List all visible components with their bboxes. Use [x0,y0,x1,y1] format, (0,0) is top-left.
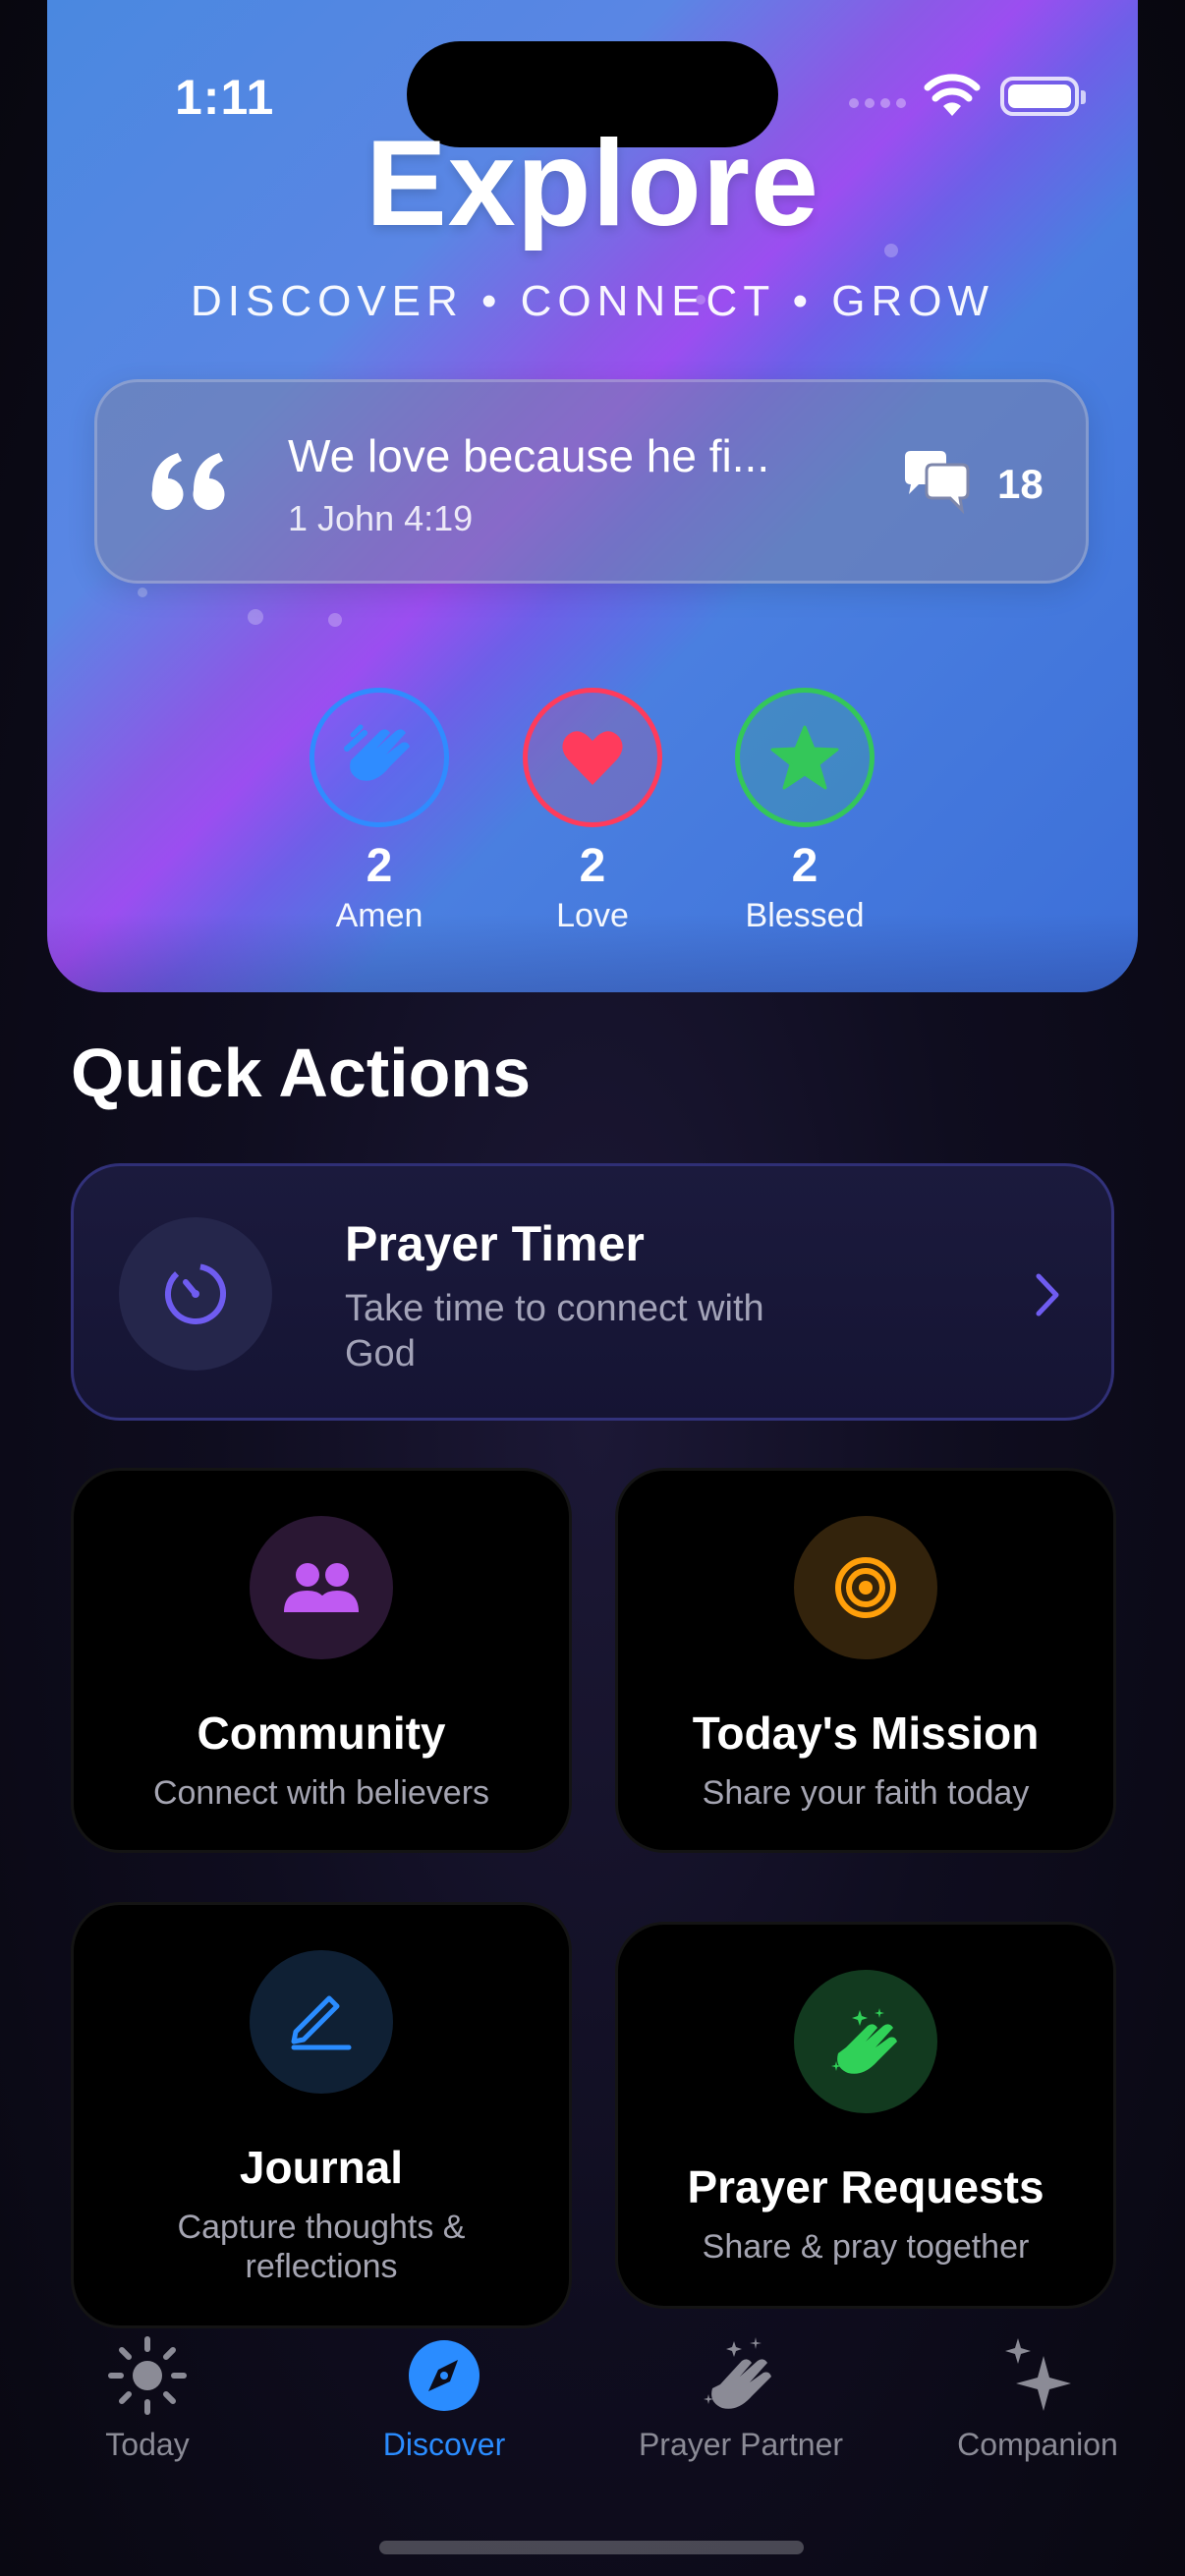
love-count: 2 [579,840,606,892]
verse-reference: 1 John 4:19 [288,498,474,538]
decor-dot [248,609,263,625]
tab-today-label: Today [105,2427,190,2462]
timer-icon-wrap [119,1217,272,1371]
tab-companion-label: Companion [957,2427,1118,2462]
people-icon [284,1563,359,1612]
verse-text: We love because he fi... [288,430,770,481]
tab-discover[interactable]: Discover [297,2328,592,2463]
journal-title: Journal [239,2142,404,2193]
tab-prayer-partner[interactable]: Prayer Partner [593,2328,888,2463]
wifi-icon [924,74,981,116]
tab-prayer-partner-label: Prayer Partner [638,2427,844,2462]
prayer-timer-title: Prayer Timer [345,1216,645,1271]
amen-button[interactable] [310,688,449,827]
tab-companion[interactable]: Companion [890,2328,1185,2463]
home-indicator [379,2541,804,2554]
blessed-button[interactable] [735,688,875,827]
timer-icon [165,1263,226,1324]
amen-label: Amen [335,897,423,934]
prayer-timer-card[interactable]: Prayer Timer Take time to connect with G… [71,1163,1114,1421]
blessed-count: 2 [791,840,818,892]
tab-bar: Today Discover Prayer Partner Companion [0,2328,1185,2486]
compass-icon [409,2340,480,2411]
praying-hands-icon [831,2008,897,2074]
community-icon-wrap [250,1516,393,1659]
decor-dot [328,613,342,627]
sparkles-icon [1005,2338,1071,2411]
community-title: Community [197,1708,446,1759]
blessed-label: Blessed [745,897,865,934]
sun-icon [108,2336,187,2415]
praying-hands-icon [704,2337,771,2409]
comment-count: 18 [997,461,1044,507]
pencil-icon [291,1995,352,2050]
todays-mission-subtitle: Share your faith today [702,1774,1030,1812]
journal-icon-wrap [250,1950,393,2094]
amen-count: 2 [366,840,393,892]
mission-icon-wrap [794,1516,937,1659]
reaction-amen[interactable]: 2 Amen [301,688,458,935]
journal-subtitle: Capture thoughts & reflections [177,2209,466,2285]
prayer-timer-subtitle: Take time to connect with God [345,1288,764,1374]
community-tile[interactable]: Community Connect with believers [71,1468,572,1853]
decor-dot [138,588,147,597]
reaction-blessed[interactable]: 2 Blessed [726,688,883,935]
love-button[interactable] [523,688,662,827]
journal-tile[interactable]: Journal Capture thoughts & reflections [71,1902,572,2328]
community-subtitle: Connect with believers [152,1774,490,1812]
love-label: Love [556,897,629,934]
prayer-requests-icon-wrap [794,1970,937,2113]
comments-icon [905,451,970,514]
reaction-love[interactable]: 2 Love [514,688,671,935]
todays-mission-tile[interactable]: Today's Mission Share your faith today [615,1468,1116,1853]
target-icon [835,1557,896,1618]
cellular-signal-icon [849,98,906,108]
section-title: Quick Actions [71,1035,532,1111]
prayer-requests-tile[interactable]: Prayer Requests Share & pray together [615,1922,1116,2309]
battery-icon [1000,77,1086,116]
clapping-hands-icon [344,724,410,781]
verse-card[interactable]: We love because he fi... 1 John 4:19 18 [94,379,1089,584]
page-subtitle: DISCOVER • CONNECT • GROW [190,277,995,325]
page-title: Explore [366,116,819,252]
star-icon [770,725,839,790]
quote-icon [151,453,225,510]
tab-discover-label: Discover [382,2427,506,2462]
chevron-right-icon [1036,1273,1059,1316]
tab-today[interactable]: Today [0,2328,295,2463]
todays-mission-title: Today's Mission [692,1708,1040,1759]
prayer-requests-title: Prayer Requests [687,2161,1044,2212]
heart-icon [562,731,623,785]
prayer-requests-subtitle: Share & pray together [702,2228,1030,2266]
